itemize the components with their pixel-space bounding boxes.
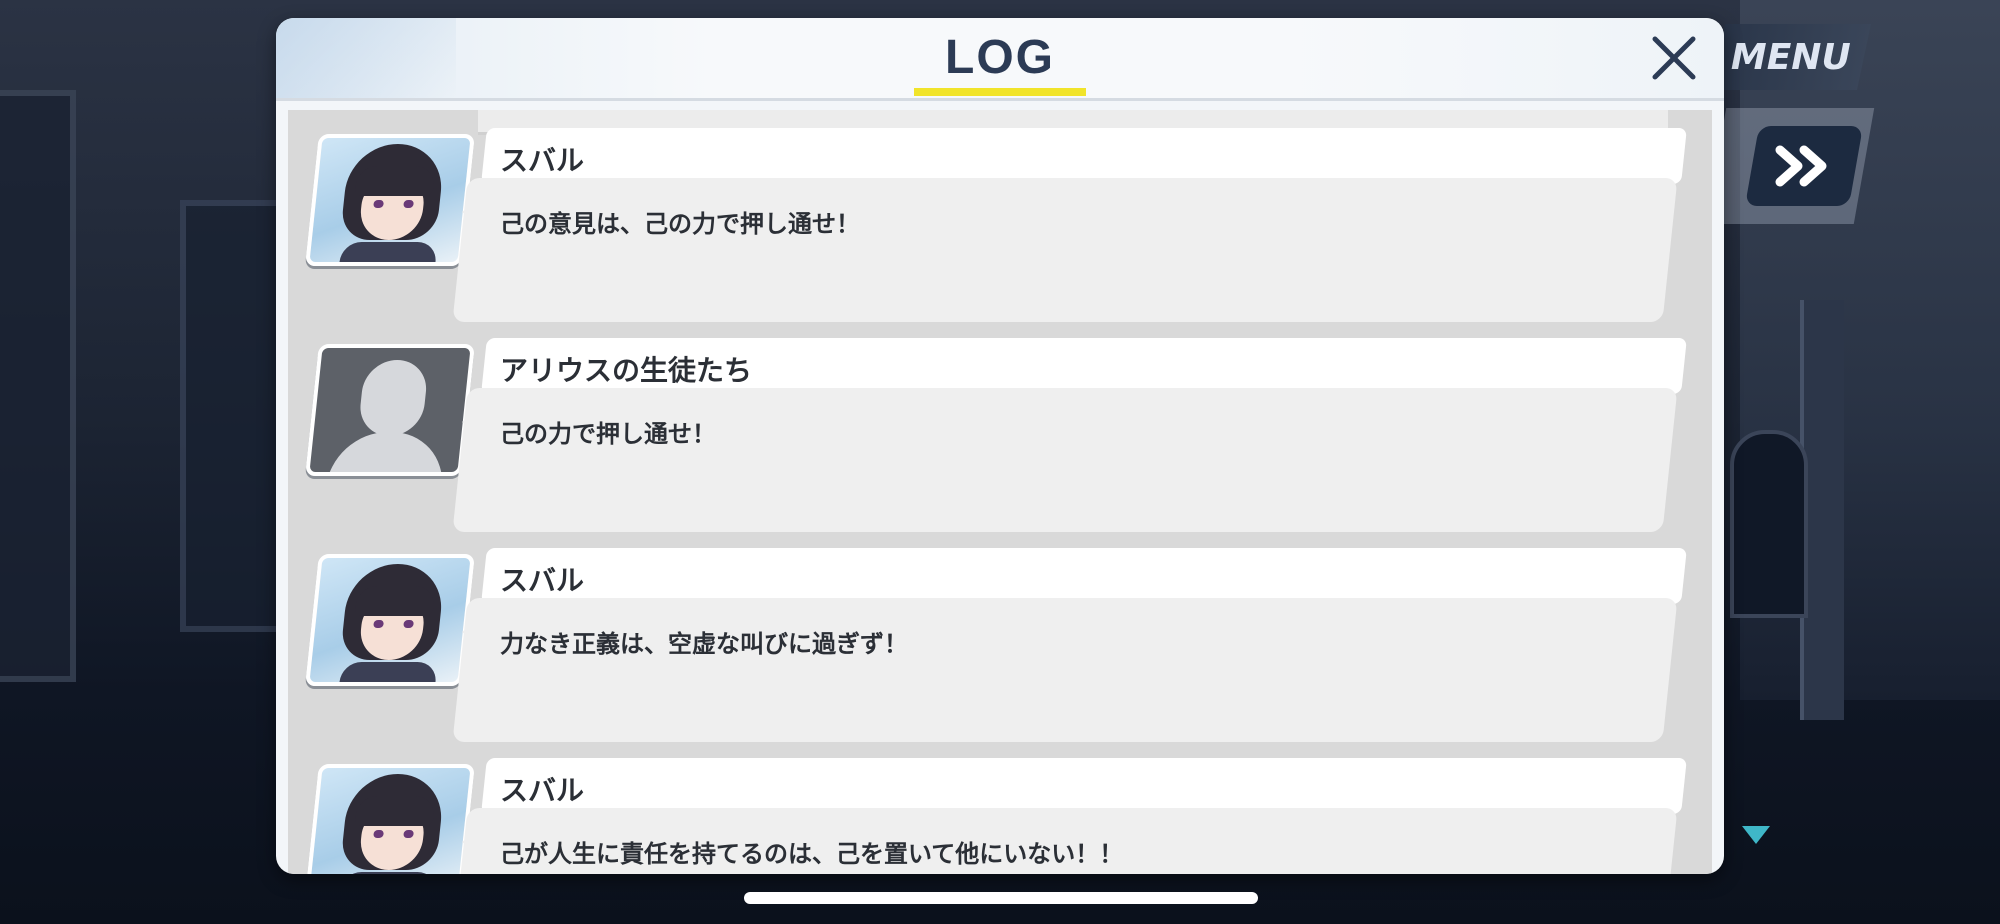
speaker-name: スバル: [500, 144, 585, 177]
dialogue-text: 力なき正義は、空虚な叫びに過ぎず！: [500, 630, 908, 658]
background-arch: [1730, 430, 1808, 618]
fast-forward-button[interactable]: [1744, 126, 1864, 206]
log-header: LOG: [276, 18, 1724, 101]
anonymous-avatar: [305, 344, 475, 476]
log-entry: スバル 己が人生に責任を持てるのは、己を置いて他にいない！！: [288, 758, 1712, 874]
fast-forward-icon: [1775, 145, 1827, 187]
menu-button[interactable]: MENU: [1710, 24, 1872, 90]
character-avatar: [305, 134, 475, 266]
speaker-name-bar: [481, 548, 1687, 604]
dialogue-text: 己の力で押し通せ！: [500, 420, 716, 448]
log-list[interactable]: スバル 己の意見は、己の力で押し通せ！ アリウスの生徒たち 己の力で押し通せ！: [288, 110, 1712, 874]
character-avatar: [305, 764, 475, 874]
dialogue-text: 己の意見は、己の力で押し通せ！: [500, 210, 860, 238]
log-dialog: LOG スバル 己の意見は、己の力で押し通せ！ アリウスの生徒たち 己の力で押し…: [276, 18, 1724, 874]
game-screen: MENU LOG スバル 己の意見は、己の力で押し通せ！ アリウスの生徒たち 己…: [0, 0, 2000, 924]
log-entry: スバル 己の意見は、己の力で押し通せ！: [288, 128, 1712, 334]
close-button[interactable]: [1646, 30, 1702, 86]
home-indicator[interactable]: [744, 892, 1258, 904]
background-window: [180, 200, 282, 632]
speech-tail: [462, 828, 480, 856]
speaker-name: アリウスの生徒たち: [500, 354, 753, 387]
log-entry: スバル 力なき正義は、空虚な叫びに過ぎず！: [288, 548, 1712, 754]
speech-bubble: [452, 598, 1678, 742]
character-avatar: [305, 554, 475, 686]
log-title: LOG: [945, 31, 1055, 84]
menu-label: MENU: [1731, 36, 1851, 78]
dialogue-text: 己が人生に責任を持てるのは、己を置いて他にいない！！: [500, 840, 1124, 868]
background-window: [0, 90, 76, 682]
speaker-name-bar: [481, 128, 1687, 184]
title-underline: [914, 88, 1086, 96]
speech-bubble: [452, 178, 1678, 322]
close-icon: [1652, 36, 1696, 80]
speaker-name: スバル: [500, 564, 585, 597]
speech-tail: [462, 408, 480, 436]
speaker-name: スバル: [500, 774, 585, 807]
speech-bubble: [452, 388, 1678, 532]
speech-tail: [462, 618, 480, 646]
speaker-name-bar: [481, 758, 1687, 814]
log-entry: アリウスの生徒たち 己の力で押し通せ！: [288, 338, 1712, 544]
speech-tail: [462, 198, 480, 226]
scroll-down-indicator-icon: [1742, 826, 1770, 844]
